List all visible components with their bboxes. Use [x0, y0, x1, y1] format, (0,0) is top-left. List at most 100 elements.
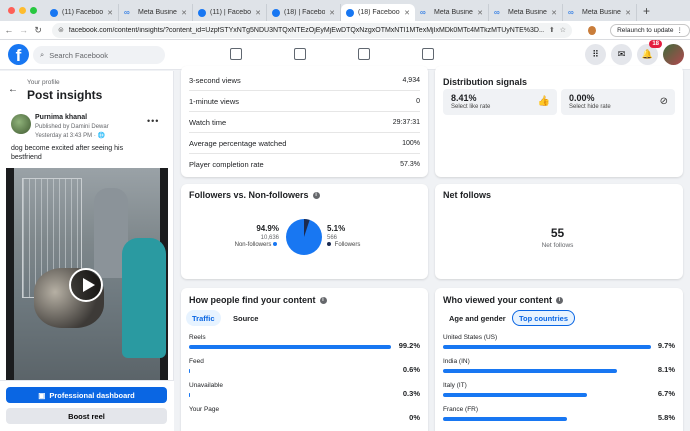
info-icon[interactable]: i: [556, 296, 564, 304]
dashboard-button-label: Professional dashboard: [49, 390, 135, 400]
bar-row: Your Page 0%: [189, 406, 420, 430]
header-actions: ⠿ ✉ 🔔 18: [585, 40, 684, 65]
address-toolbar: ← → ↻ ⊜ facebook.com/content/insights/?c…: [0, 21, 690, 40]
bar-fill: [443, 417, 568, 421]
page-title: Post insights: [27, 88, 103, 102]
browser-tab[interactable]: (18) Facebook ✕: [341, 4, 415, 21]
like-rate-signal[interactable]: 8.41% Select like rate 👍: [443, 89, 557, 115]
messenger-icon[interactable]: ✉: [611, 44, 632, 65]
menu-grid-icon[interactable]: ⠿: [585, 44, 606, 65]
bar-fill: [443, 345, 651, 349]
close-tab-icon[interactable]: ✕: [329, 9, 335, 17]
url-bar[interactable]: ⊜ facebook.com/content/insights/?content…: [52, 22, 573, 38]
bar-row: France (FR) 5.8%: [443, 406, 675, 430]
non-followers-label: Non-followers: [234, 242, 272, 248]
bar-label: India (IN): [443, 358, 470, 365]
boost-reel-button[interactable]: Boost reel: [6, 408, 167, 424]
bar-value: 0.6%: [402, 365, 420, 374]
site-info-icon[interactable]: ⊜: [58, 26, 64, 34]
followers-title: Followers vs. Non-followers i: [189, 190, 320, 200]
browser-tab[interactable]: (11) Facebook ✕: [45, 4, 119, 21]
close-tab-icon[interactable]: ✕: [404, 9, 410, 17]
relaunch-button[interactable]: Relaunch to update ⋮: [610, 23, 690, 37]
profile-avatar[interactable]: [663, 44, 684, 65]
post-caption: dog become excited after seeing his best…: [11, 145, 124, 161]
video-player[interactable]: [6, 168, 168, 380]
more-options-icon[interactable]: •••: [147, 116, 159, 126]
info-icon[interactable]: i: [312, 191, 320, 199]
bookmark-star-icon[interactable]: ☆: [560, 26, 566, 34]
bar-label: Unavailable: [189, 382, 223, 389]
browser-tab[interactable]: ∞ Meta Business ✕: [563, 4, 637, 21]
net-follows-title: Net follows: [443, 190, 492, 200]
reload-icon[interactable]: ↻: [32, 25, 44, 36]
bar-label: United States (US): [443, 334, 498, 341]
bar-row: Italy (IT) 6.7%: [443, 382, 675, 406]
browser-tab-title: (18) Facebook: [358, 9, 401, 16]
extension-icon[interactable]: [588, 25, 597, 35]
find-content-card: How people find your content i Traffic S…: [181, 288, 428, 431]
metric-value: 100%: [402, 139, 420, 147]
tab-top-countries[interactable]: Top countries: [512, 310, 576, 326]
relaunch-label: Relaunch to update: [617, 26, 674, 34]
share-icon[interactable]: ⬆: [549, 26, 555, 34]
author-name[interactable]: Purnima khanal: [35, 114, 87, 121]
who-title: Who viewed your content i: [443, 295, 564, 305]
minimize-window-icon[interactable]: [19, 7, 26, 14]
bar-value: 5.8%: [657, 413, 675, 422]
professional-dashboard-button[interactable]: ▣ Professional dashboard: [6, 387, 167, 403]
browser-tab-title: Meta Business: [508, 9, 547, 16]
new-tab-button[interactable]: +: [637, 4, 650, 21]
notifications-bell-icon[interactable]: 🔔 18: [637, 40, 662, 65]
bar-row: India (IN) 8.1%: [443, 358, 675, 382]
metric-label: Player completion rate: [189, 160, 264, 169]
browser-tab[interactable]: ∞ Meta Business ✕: [489, 4, 563, 21]
browser-tab[interactable]: (11) | Facebook ✕: [193, 4, 267, 21]
pages-flag-icon[interactable]: [294, 48, 306, 60]
net-follows-card: Net follows 55 Net follows: [435, 184, 683, 279]
author-avatar[interactable]: [11, 114, 31, 134]
tab-age-gender[interactable]: Age and gender: [443, 310, 512, 326]
forward-arrow-icon[interactable]: →: [18, 25, 30, 35]
followers-dot: [327, 242, 331, 247]
close-tab-icon[interactable]: ✕: [477, 9, 483, 17]
browser-tab[interactable]: ∞ Meta Business ✕: [119, 4, 193, 21]
home-icon[interactable]: [230, 48, 242, 60]
close-tab-icon[interactable]: ✕: [625, 9, 631, 17]
close-tab-icon[interactable]: ✕: [551, 9, 557, 17]
bar-label: Feed: [189, 358, 204, 365]
bar-row: Feed 0.6%: [189, 358, 420, 382]
browser-tab[interactable]: (18) | Facebook✕: [267, 4, 341, 21]
metric-row: Watch time 29:37:31: [189, 112, 420, 133]
browser-tab-strip: (11) Facebook✕∞Meta Business✕(11) | Face…: [0, 0, 690, 21]
tab-traffic[interactable]: Traffic: [186, 310, 221, 326]
metric-label: Average percentage watched: [189, 138, 287, 148]
close-tab-icon[interactable]: ✕: [255, 9, 261, 17]
browser-tab[interactable]: ∞ Meta Business ✕: [415, 4, 489, 21]
tab-source[interactable]: Source: [227, 310, 264, 326]
non-followers-count: 10,636: [260, 235, 279, 241]
bar-fill: [443, 369, 617, 373]
window-controls: [0, 7, 45, 21]
play-icon[interactable]: [69, 268, 103, 302]
close-window-icon[interactable]: [8, 7, 15, 14]
maximize-window-icon[interactable]: [30, 7, 37, 14]
close-tab-icon[interactable]: ✕: [107, 9, 113, 17]
thumbs-up-icon: 👍: [537, 96, 550, 107]
bar-row: Reels 99.2%: [189, 334, 420, 358]
info-icon[interactable]: i: [319, 296, 327, 304]
more-menu-icon: ⋮: [676, 27, 683, 34]
meta-favicon-icon: ∞: [568, 7, 574, 17]
hide-rate-signal[interactable]: 0.00% Select hide rate ⊘: [561, 89, 675, 115]
close-tab-icon[interactable]: ✕: [181, 9, 187, 17]
browser-tab-title: Meta Business: [434, 9, 473, 16]
ads-megaphone-icon[interactable]: [422, 48, 434, 60]
back-arrow-icon[interactable]: ←: [8, 84, 18, 95]
tab-list: (11) Facebook✕∞Meta Business✕(11) | Face…: [45, 4, 637, 21]
metric-row: 3-second views 4,934: [189, 70, 420, 91]
facebook-logo[interactable]: f: [8, 44, 29, 65]
search-input[interactable]: ⌕ Search Facebook: [33, 46, 165, 64]
metric-value: 4,934: [402, 76, 420, 84]
marketplace-icon[interactable]: [358, 48, 370, 60]
back-arrow-icon[interactable]: ←: [3, 25, 15, 35]
